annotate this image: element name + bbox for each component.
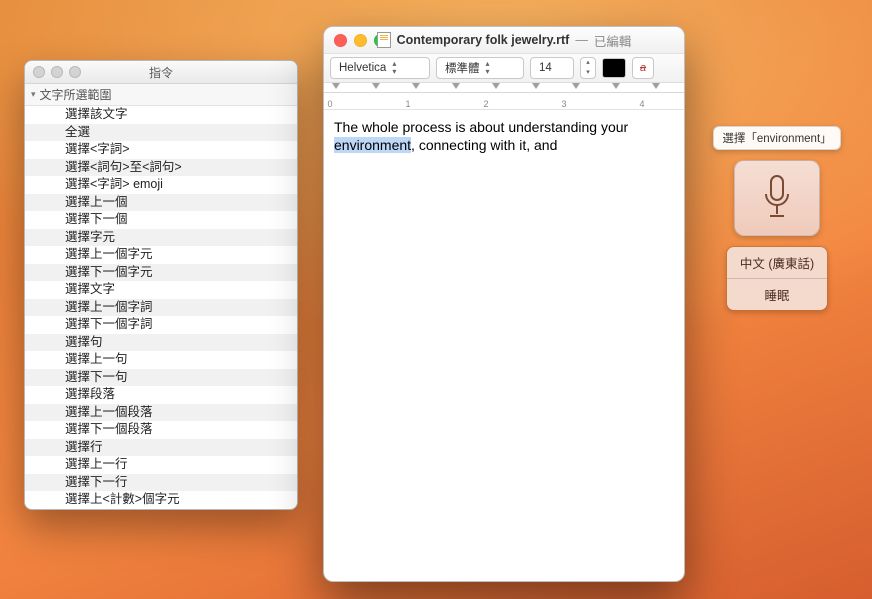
selected-text: environment xyxy=(334,137,411,153)
font-style-select[interactable]: 標準體 ▴▾ xyxy=(436,57,524,79)
commands-window: 指令 ▾ 文字所選範圍 選擇該文字全選選擇<字詞>選擇<詞句>至<詞句>選擇<字… xyxy=(24,60,298,510)
command-item[interactable]: 選擇上<計數>個字元 xyxy=(25,491,297,509)
command-item[interactable]: 選擇上一個 xyxy=(25,194,297,212)
command-item[interactable]: 選擇下<計數>個字元 xyxy=(25,509,297,510)
format-toolbar: Helvetica ▴▾ 標準體 ▴▾ 14 ▴ ▾ a xyxy=(324,54,684,83)
title-separator: — xyxy=(575,33,588,47)
font-size-field[interactable]: 14 xyxy=(530,57,574,79)
dictation-last-command: 選擇「environment」 xyxy=(713,126,840,150)
command-item[interactable]: 選擇下一個段落 xyxy=(25,421,297,439)
tab-stop-icon[interactable] xyxy=(332,83,340,89)
dictation-language-button[interactable]: 中文 (廣東話) xyxy=(727,247,827,278)
zoom-icon[interactable] xyxy=(374,34,387,47)
stepper-down-icon[interactable]: ▾ xyxy=(581,68,595,78)
font-family-value: Helvetica xyxy=(339,62,386,74)
tab-stop-icon[interactable] xyxy=(492,83,500,89)
document-title: Contemporary folk jewelry.rtf xyxy=(397,33,570,47)
spelling-button[interactable]: a xyxy=(632,57,654,79)
tab-stop-icon[interactable] xyxy=(372,83,380,89)
close-icon[interactable] xyxy=(33,66,45,78)
minimize-icon[interactable] xyxy=(354,34,367,47)
command-item[interactable]: 選擇句 xyxy=(25,334,297,352)
ruler-number: 2 xyxy=(483,99,488,109)
command-item[interactable]: 選擇<字詞> emoji xyxy=(25,176,297,194)
commands-section-label: 文字所選範圍 xyxy=(40,86,112,103)
font-size-stepper[interactable]: ▴ ▾ xyxy=(580,57,596,79)
tab-stop-icon[interactable] xyxy=(612,83,620,89)
tab-stop-icon[interactable] xyxy=(652,83,660,89)
font-style-value: 標準體 xyxy=(445,60,480,76)
tab-stop-icon[interactable] xyxy=(532,83,540,89)
body-text: The whole process is about understanding… xyxy=(334,119,628,135)
commands-window-titlebar[interactable]: 指令 xyxy=(25,61,297,84)
tab-stop-icon[interactable] xyxy=(412,83,420,89)
command-item[interactable]: 選擇文字 xyxy=(25,281,297,299)
commands-section-header[interactable]: ▾ 文字所選範圍 xyxy=(25,84,297,106)
microphone-icon xyxy=(760,174,794,222)
command-item[interactable]: 選擇下一個字元 xyxy=(25,264,297,282)
ruler-number: 4 xyxy=(639,99,644,109)
dictation-panel: 選擇「environment」 中文 (廣東話) 睡眠 xyxy=(718,126,836,311)
textedit-titlebar[interactable]: Contemporary folk jewelry.rtf — 已編輯 xyxy=(324,27,684,54)
tab-stop-icon[interactable] xyxy=(452,83,460,89)
command-item[interactable]: 選擇上一個字元 xyxy=(25,246,297,264)
text-color-swatch[interactable] xyxy=(602,58,626,78)
command-item[interactable]: 選擇下一句 xyxy=(25,369,297,387)
command-item[interactable]: 選擇上一行 xyxy=(25,456,297,474)
command-item[interactable]: 選擇段落 xyxy=(25,386,297,404)
command-item[interactable]: 選擇上一個段落 xyxy=(25,404,297,422)
minimize-icon[interactable] xyxy=(51,66,63,78)
ruler-number: 0 xyxy=(327,99,332,109)
font-size-value: 14 xyxy=(539,62,552,74)
command-item[interactable]: 選擇下一個字詞 xyxy=(25,316,297,334)
chevron-down-icon: ▾ xyxy=(31,89,36,100)
document-body[interactable]: The whole process is about understanding… xyxy=(324,110,684,581)
command-item[interactable]: 選擇該文字 xyxy=(25,106,297,124)
close-icon[interactable] xyxy=(334,34,347,47)
font-family-select[interactable]: Helvetica ▴▾ xyxy=(330,57,430,79)
ruler-number: 3 xyxy=(561,99,566,109)
updown-icon: ▴▾ xyxy=(392,60,396,76)
dictation-microphone[interactable] xyxy=(734,160,820,236)
ruler-number: 1 xyxy=(405,99,410,109)
dictation-sleep-button[interactable]: 睡眠 xyxy=(727,278,827,310)
command-item[interactable]: 選擇上一句 xyxy=(25,351,297,369)
document-status: 已編輯 xyxy=(594,31,632,50)
updown-icon: ▴▾ xyxy=(486,60,490,76)
command-item[interactable]: 全選 xyxy=(25,124,297,142)
tab-stop-icon[interactable] xyxy=(572,83,580,89)
command-item[interactable]: 選擇下一個 xyxy=(25,211,297,229)
commands-list[interactable]: 選擇該文字全選選擇<字詞>選擇<詞句>至<詞句>選擇<字詞> emoji選擇上一… xyxy=(25,106,297,509)
command-item[interactable]: 選擇字元 xyxy=(25,229,297,247)
command-item[interactable]: 選擇行 xyxy=(25,439,297,457)
command-item[interactable]: 選擇上一個字詞 xyxy=(25,299,297,317)
ruler[interactable]: 0 1 2 3 4 xyxy=(324,83,684,110)
zoom-icon[interactable] xyxy=(69,66,81,78)
command-item[interactable]: 選擇下一行 xyxy=(25,474,297,492)
textedit-window: Contemporary folk jewelry.rtf — 已編輯 Helv… xyxy=(323,26,685,582)
body-text: , connecting with it, and xyxy=(411,137,557,153)
stepper-up-icon[interactable]: ▴ xyxy=(581,58,595,68)
command-item[interactable]: 選擇<詞句>至<詞句> xyxy=(25,159,297,177)
command-item[interactable]: 選擇<字詞> xyxy=(25,141,297,159)
